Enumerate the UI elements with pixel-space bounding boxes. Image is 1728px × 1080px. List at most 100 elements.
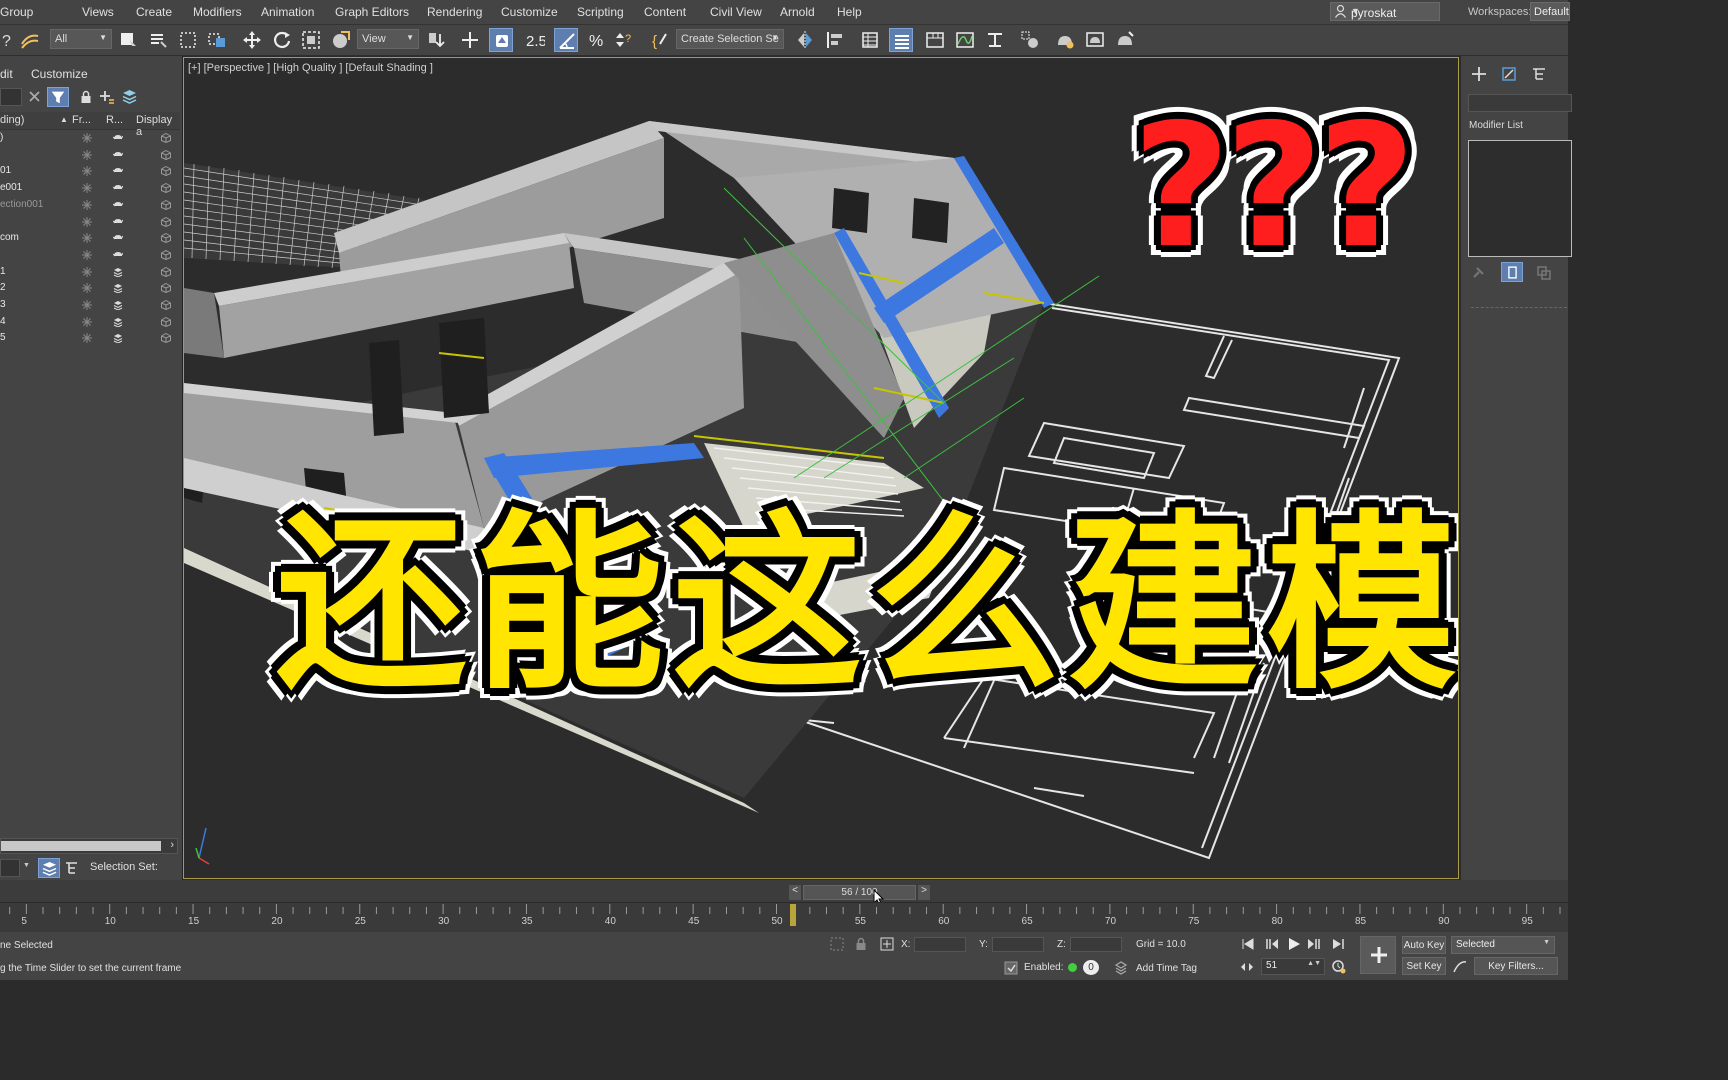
layers-icon[interactable] xyxy=(122,89,137,104)
display-box-icon[interactable] xyxy=(161,316,171,327)
go-to-end-icon[interactable] xyxy=(1331,937,1345,951)
render-teapot-icon[interactable] xyxy=(113,183,123,193)
display-box-icon[interactable] xyxy=(161,149,171,160)
render-teapot-icon[interactable] xyxy=(113,150,123,160)
close-icon[interactable] xyxy=(28,90,41,103)
z-coordinate-field[interactable] xyxy=(1070,937,1122,952)
key-mode-toggle-icon[interactable] xyxy=(1240,960,1254,974)
rendered-frame-window-icon[interactable] xyxy=(1083,28,1107,52)
menu-rendering[interactable]: Rendering xyxy=(427,5,482,19)
add-layer-icon[interactable] xyxy=(100,90,115,104)
render-teapot-icon[interactable] xyxy=(113,233,123,243)
display-box-icon[interactable] xyxy=(161,283,171,294)
display-box-icon[interactable] xyxy=(161,333,171,344)
current-frame-field[interactable]: 51 ▲▼ xyxy=(1261,958,1325,975)
scene-row[interactable] xyxy=(0,147,180,163)
user-account-dropdown[interactable]: pyroskat ▼ xyxy=(1330,2,1440,21)
help-icon[interactable]: ? xyxy=(0,28,18,52)
render-production-icon[interactable] xyxy=(1113,28,1137,52)
menu-graph-editors[interactable]: Graph Editors xyxy=(335,5,409,19)
place-icon[interactable] xyxy=(329,28,353,52)
render-setup-icon[interactable] xyxy=(1053,28,1077,52)
scene-row[interactable]: 2 xyxy=(0,280,180,296)
hierarchy-tab-icon[interactable] xyxy=(1531,66,1547,82)
sort-ascending-icon[interactable]: ▲ xyxy=(60,115,68,124)
menu-arnold[interactable]: Arnold xyxy=(780,5,815,19)
chevron-down-icon[interactable]: ▼ xyxy=(23,862,30,869)
scene-row[interactable]: 4 xyxy=(0,314,180,330)
spinner-snap-icon[interactable]: ? xyxy=(612,28,636,52)
set-key-big-button[interactable] xyxy=(1360,936,1396,974)
column-freeze-header[interactable]: Fr... xyxy=(72,114,91,126)
object-name-input[interactable] xyxy=(1468,94,1572,112)
column-render-header[interactable]: R... xyxy=(106,114,123,126)
menu-views[interactable]: Views xyxy=(82,5,114,19)
time-configuration-icon[interactable] xyxy=(1332,960,1346,974)
key-tangent-icon[interactable] xyxy=(1453,960,1467,974)
percent-snap-icon[interactable]: % xyxy=(585,28,609,52)
display-box-icon[interactable] xyxy=(161,266,171,277)
scene-row[interactable]: e001 xyxy=(0,180,180,196)
go-to-start-icon[interactable] xyxy=(1241,937,1255,951)
move-icon[interactable] xyxy=(240,28,264,52)
display-box-icon[interactable] xyxy=(161,166,171,177)
scene-row[interactable]: ection001 xyxy=(0,197,180,213)
time-slider-next[interactable]: > xyxy=(918,885,930,900)
absolute-mode-icon[interactable] xyxy=(880,937,894,951)
menu-modifiers[interactable]: Modifiers xyxy=(193,5,242,19)
select-manipulate-icon[interactable] xyxy=(458,28,482,52)
edit-named-selection-icon[interactable]: { xyxy=(648,28,672,52)
scene-explorer-menu-edit[interactable]: dit xyxy=(0,67,13,81)
bind-spacewarp-icon[interactable] xyxy=(18,28,42,52)
next-frame-icon[interactable] xyxy=(1307,937,1321,951)
render-teapot-icon[interactable] xyxy=(113,166,123,176)
toggle-layer-explorer-icon[interactable] xyxy=(889,28,913,52)
freeze-icon[interactable] xyxy=(82,300,92,310)
display-box-icon[interactable] xyxy=(161,183,171,194)
freeze-icon[interactable] xyxy=(82,199,92,210)
perspective-viewport[interactable]: [+] [Perspective ] [High Quality ] [Defa… xyxy=(183,57,1459,879)
zero-state-icon[interactable]: 0 xyxy=(1083,960,1099,975)
toggle-scene-explorer-icon[interactable] xyxy=(858,28,882,52)
scene-row[interactable]: 5 xyxy=(0,330,180,346)
render-teapot-icon[interactable] xyxy=(113,217,123,227)
display-box-icon[interactable] xyxy=(161,133,171,143)
keyboard-shortcut-toggle-icon[interactable] xyxy=(489,28,513,52)
sort-by-layer-icon[interactable] xyxy=(38,858,60,878)
sort-by-hierarchy-icon[interactable] xyxy=(65,861,78,875)
layer-stack-icon[interactable] xyxy=(113,317,123,327)
display-box-icon[interactable] xyxy=(161,199,171,210)
freeze-icon[interactable] xyxy=(82,249,92,260)
create-tab-icon[interactable] xyxy=(1471,66,1487,82)
render-teapot-icon[interactable] xyxy=(113,133,123,143)
pivot-center-icon[interactable] xyxy=(424,28,448,52)
modifier-list-label[interactable]: Modifier List xyxy=(1469,120,1523,131)
key-filters-button[interactable]: Key Filters... xyxy=(1474,957,1558,975)
scene-row[interactable]: 01 xyxy=(0,163,180,179)
angle-snap-icon[interactable] xyxy=(554,28,578,52)
window-crossing-icon[interactable] xyxy=(205,28,229,52)
chevron-right-icon[interactable]: › xyxy=(170,839,174,851)
scene-search-input[interactable] xyxy=(0,88,22,106)
previous-frame-icon[interactable] xyxy=(1265,937,1279,951)
enabled-indicator-icon[interactable] xyxy=(1068,963,1077,972)
freeze-icon[interactable] xyxy=(82,283,92,294)
freeze-icon[interactable] xyxy=(82,183,92,194)
display-box-icon[interactable] xyxy=(161,249,171,260)
freeze-icon[interactable] xyxy=(82,166,92,177)
y-coordinate-field[interactable] xyxy=(992,937,1044,952)
freeze-icon[interactable] xyxy=(82,149,92,160)
scale-icon[interactable] xyxy=(299,28,323,52)
render-teapot-icon[interactable] xyxy=(113,250,123,260)
freeze-icon[interactable] xyxy=(82,266,92,277)
display-box-icon[interactable] xyxy=(161,233,171,244)
material-editor-icon[interactable] xyxy=(1018,28,1042,52)
scene-row[interactable]: ) xyxy=(0,130,180,146)
freeze-icon[interactable] xyxy=(82,316,92,327)
time-tag-icon[interactable] xyxy=(1004,961,1018,975)
scrollbar-thumb[interactable] xyxy=(1,841,161,851)
layer-stack-icon[interactable] xyxy=(113,283,123,294)
rectangular-selection-icon[interactable] xyxy=(176,28,200,52)
freeze-icon[interactable] xyxy=(82,333,92,344)
menu-help[interactable]: Help xyxy=(837,5,862,19)
